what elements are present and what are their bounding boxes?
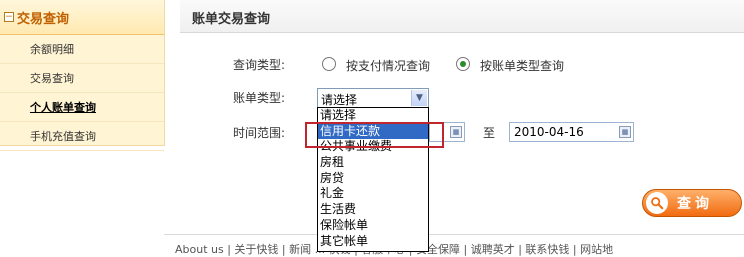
dropdown-option[interactable]: 礼金 <box>318 186 428 202</box>
sidebar: − 交易查询 余额明细 交易查询 个人账单查询 手机充值查询 <box>0 0 165 151</box>
bill-type-select-value: 请选择 <box>321 93 358 107</box>
sidebar-header[interactable]: − 交易查询 <box>0 0 164 35</box>
calendar-icon[interactable]: ▦ <box>619 126 631 138</box>
sidebar-item-personal-bill[interactable]: 个人账单查询 <box>0 93 164 122</box>
calendar-icon[interactable]: ▦ <box>450 126 462 138</box>
dropdown-option[interactable]: 房租 <box>318 155 428 171</box>
content-header: 账单交易查询 <box>180 0 744 33</box>
radio-by-payment-label[interactable]: 按支付情况查询 <box>346 57 430 74</box>
sidebar-item-balance-detail[interactable]: 余额明细 <box>0 35 164 64</box>
radio-by-payment[interactable] <box>322 57 336 71</box>
bill-type-label: 账单类型: <box>233 91 286 105</box>
date-to-label: 至 <box>483 126 496 140</box>
date-end-field[interactable]: 2010-04-16 ▦ <box>509 122 634 142</box>
highlight-annotation-box <box>305 122 444 148</box>
sidebar-item-phone-recharge[interactable]: 手机充值查询 <box>0 122 164 151</box>
search-button[interactable]: 查询 <box>642 189 742 217</box>
query-type-label: 查询类型: <box>233 58 286 72</box>
sidebar-item-transaction-query[interactable]: 交易查询 <box>0 64 164 93</box>
search-button-label: 查询 <box>677 196 713 212</box>
dropdown-option[interactable]: 生活费 <box>318 202 428 218</box>
footer-divider <box>164 234 744 235</box>
radio-by-bill-type[interactable] <box>456 57 470 71</box>
bill-type-select[interactable]: 请选择 ▼ <box>317 88 429 108</box>
search-icon <box>646 192 668 214</box>
date-range-label: 时间范围: <box>233 126 286 140</box>
radio-by-bill-type-label[interactable]: 按账单类型查询 <box>480 57 564 74</box>
dropdown-option[interactable]: 其它帐单 <box>318 234 428 250</box>
collapse-icon[interactable]: − <box>4 12 14 22</box>
chevron-down-icon[interactable]: ▼ <box>411 90 427 106</box>
page-title: 账单交易查询 <box>192 12 271 27</box>
sidebar-title: 交易查询 <box>17 11 70 27</box>
date-end-value: 2010-04-16 <box>514 125 584 139</box>
dropdown-option[interactable]: 保险帐单 <box>318 218 428 234</box>
dropdown-option[interactable]: 房贷 <box>318 171 428 187</box>
